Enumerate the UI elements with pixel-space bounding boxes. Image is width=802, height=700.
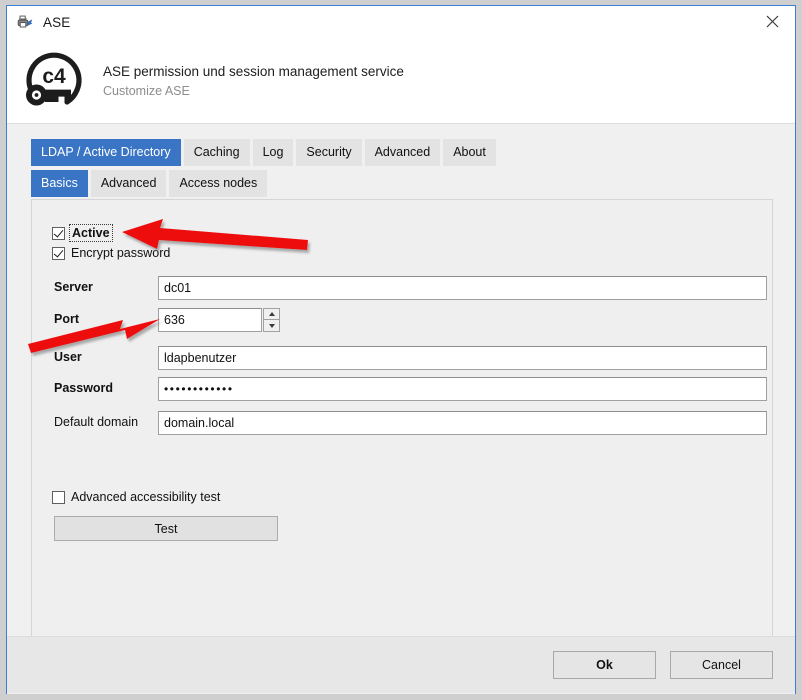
active-checkbox-row[interactable]: Active [52, 224, 113, 242]
dialog-footer: Ok Cancel [7, 636, 795, 693]
active-checkbox-label: Active [69, 224, 113, 242]
user-input[interactable]: ldapbenutzer [158, 346, 767, 370]
ase-settings-dialog: ASE c4 ASE permission und session manage… [6, 5, 796, 694]
advanced-accessibility-test-label: Advanced accessibility test [71, 490, 221, 504]
port-spinner-down[interactable] [263, 320, 280, 332]
title-bar: ASE [7, 6, 795, 38]
sub-tab-strip: Basics Advanced Access nodes [7, 166, 795, 197]
header-text-block: ASE permission und session management se… [103, 61, 404, 100]
tab-about[interactable]: About [443, 139, 496, 166]
tab-advanced[interactable]: Advanced [364, 139, 441, 166]
default-domain-input[interactable]: domain.local [158, 411, 767, 435]
encrypt-password-checkbox-label: Encrypt password [71, 246, 171, 260]
active-checkbox[interactable] [52, 226, 65, 240]
encrypt-password-checkbox-row[interactable]: Encrypt password [52, 246, 170, 260]
port-spinner-up[interactable] [263, 308, 280, 320]
spinner-up-icon [268, 312, 275, 316]
window-title: ASE [43, 14, 71, 30]
tab-log[interactable]: Log [252, 139, 294, 166]
header-subtitle: Customize ASE [103, 84, 190, 98]
tab-ldap-active-directory[interactable]: LDAP / Active Directory [31, 139, 181, 166]
subtab-basics[interactable]: Basics [31, 170, 88, 197]
main-tab-strip: LDAP / Active Directory Caching Log Secu… [7, 124, 795, 166]
port-label: Port [54, 312, 79, 326]
server-input[interactable]: dc01 [158, 276, 767, 300]
spinner-down-icon [268, 323, 275, 328]
close-button[interactable] [749, 6, 795, 37]
subtab-access-nodes[interactable]: Access nodes [169, 170, 268, 197]
user-label: User [54, 350, 82, 364]
subtab-advanced[interactable]: Advanced [90, 170, 167, 197]
dialog-header: c4 ASE permission und session management… [7, 38, 795, 124]
default-domain-label: Default domain [54, 415, 139, 429]
advanced-accessibility-test-checkbox[interactable] [52, 490, 65, 504]
basics-settings-panel: Active Encrypt password Server dc01 Port… [31, 199, 773, 649]
password-label: Password [54, 381, 114, 395]
advanced-accessibility-test-row[interactable]: Advanced accessibility test [52, 490, 220, 504]
svg-text:c4: c4 [42, 65, 66, 88]
cancel-button[interactable]: Cancel [670, 651, 773, 679]
dialog-body: LDAP / Active Directory Caching Log Secu… [7, 124, 795, 694]
encrypt-password-checkbox[interactable] [52, 246, 65, 260]
server-label: Server [54, 280, 93, 294]
ok-button[interactable]: Ok [553, 651, 656, 679]
test-button[interactable]: Test [54, 516, 278, 541]
tab-security[interactable]: Security [296, 139, 362, 166]
c4-key-shield-logo: c4 [21, 50, 87, 112]
header-title: ASE permission und session management se… [103, 64, 404, 79]
close-icon [766, 15, 778, 28]
password-input[interactable]: •••••••••••• [158, 377, 767, 401]
printer-document-icon [16, 13, 34, 31]
port-input[interactable]: 636 [158, 308, 262, 332]
tab-caching[interactable]: Caching [183, 139, 250, 166]
port-spinner[interactable] [263, 308, 280, 332]
